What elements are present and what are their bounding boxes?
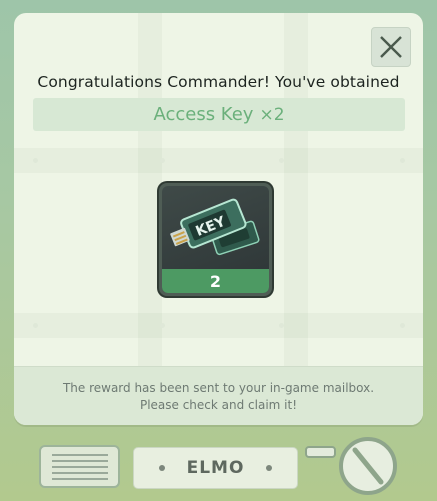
dialog-title: Congratulations Commander! You've obtain… [37, 73, 400, 91]
reward-dialog: Congratulations Commander! You've obtain… [14, 13, 423, 425]
dismiss-button[interactable] [338, 436, 398, 496]
menu-line-icon [51, 471, 108, 474]
reward-item-slot[interactable]: KEY 2 [159, 183, 272, 296]
access-key-icon: KEY [170, 198, 260, 256]
plate-dot [266, 465, 273, 471]
grid-dot [400, 323, 405, 328]
item-count: 2 [162, 269, 269, 293]
menu-line-icon [51, 459, 108, 462]
grid-dot [33, 323, 38, 328]
menu-line-icon [51, 453, 108, 456]
close-icon [380, 36, 402, 58]
grid-dot [33, 158, 38, 163]
small-console-button[interactable] [305, 446, 336, 458]
plate-dot [158, 465, 165, 471]
grid-dot [279, 158, 284, 163]
name-plate: ELMO [133, 447, 298, 489]
grid-dot [400, 158, 405, 163]
close-button[interactable] [371, 27, 411, 67]
grid-dot [160, 323, 165, 328]
grid-dot [279, 323, 284, 328]
menu-line-icon [51, 465, 108, 468]
reward-quantity: ×2 [259, 104, 285, 125]
prohibited-icon [339, 437, 397, 495]
reward-summary: Access Key ×2 [33, 98, 405, 131]
player-name: ELMO [186, 458, 245, 478]
menu-button[interactable] [39, 445, 120, 488]
grid-dot [160, 158, 165, 163]
menu-line-icon [51, 477, 108, 480]
mailbox-notice: The reward has been sent to your in-game… [14, 366, 423, 425]
reward-name: Access Key [153, 104, 254, 125]
